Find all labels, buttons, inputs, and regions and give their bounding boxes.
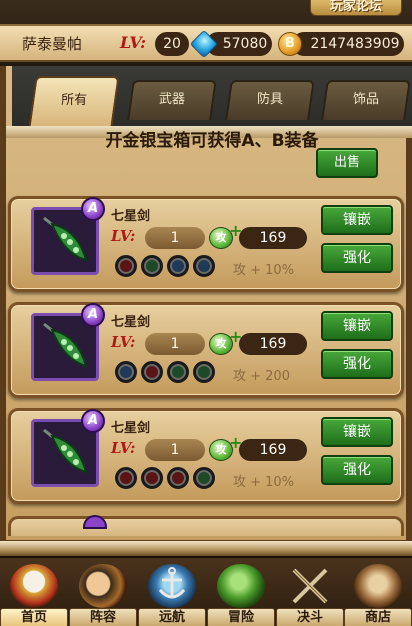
grade-a-badge: A: [81, 303, 105, 327]
tab-accessories[interactable]: 饰品: [321, 80, 411, 120]
inlay-button[interactable]: 镶嵌: [321, 417, 393, 447]
item-name: 七星剑: [111, 315, 151, 330]
item-level-label: LV:: [111, 333, 136, 351]
grade-a-badge: A: [81, 197, 105, 221]
item-name: 七星剑: [111, 209, 151, 224]
player-level-label: LV:: [120, 33, 147, 52]
tab-all[interactable]: 所有: [28, 76, 120, 128]
gem-socket-blue[interactable]: [193, 255, 215, 277]
nav-shop[interactable]: 商店: [344, 558, 412, 626]
nav-shop-label: 商店: [344, 608, 412, 626]
sell-button[interactable]: 出售: [316, 148, 378, 178]
coin-icon: B: [278, 32, 302, 56]
grade-a-badge: A: [81, 409, 105, 433]
tab-accessories-label: 饰品: [352, 92, 379, 107]
enhance-button[interactable]: 强化: [321, 455, 393, 485]
nav-duel[interactable]: 决斗: [276, 558, 344, 626]
attack-bonus-text: 攻 + 10%: [233, 475, 295, 490]
next-equipment-card-peek: [8, 515, 404, 536]
tab-armor[interactable]: 防具: [225, 80, 315, 120]
gem-socket-green[interactable]: [193, 467, 215, 489]
player-name: 萨泰曼帕: [22, 35, 83, 53]
devil-fruit-icon: [217, 564, 265, 608]
gem-socket-red[interactable]: [141, 467, 163, 489]
gem-socket-red[interactable]: [141, 361, 163, 383]
coin-count: 2147483909: [292, 32, 404, 56]
equipment-card: A 七星剑 LV: 1 攻 + 169 攻 + 200 镶嵌 强化: [8, 302, 404, 398]
nav-home[interactable]: 首页: [0, 558, 68, 626]
gem-socket-red[interactable]: [115, 467, 137, 489]
tab-all-label: 所有: [61, 93, 88, 108]
nav-lineup-label: 阵容: [69, 608, 137, 626]
item-level-label: LV:: [111, 227, 136, 245]
tab-weapons[interactable]: 武器: [127, 80, 217, 120]
equipment-card: A 七星剑 LV: 1 攻 + 169 攻 + 10% 镶嵌 强化: [8, 408, 404, 504]
bottom-navigation: 首页 阵容 远航 冒险 决斗 商店: [0, 556, 412, 626]
item-level-value: 1: [145, 333, 205, 355]
gem-socket-blue[interactable]: [167, 255, 189, 277]
top-status-bar: 玩家论坛 萨泰曼帕 LV: 20 57080 2147483909 B: [0, 0, 412, 66]
gem-socket-red[interactable]: [167, 467, 189, 489]
player-status-panel: 萨泰曼帕 LV: 20 57080 2147483909 B: [0, 24, 412, 62]
item-level-value: 1: [145, 439, 205, 461]
equipment-card: A 七星剑 LV: 1 攻 + 169 攻 + 10% 镶嵌 强化: [8, 196, 404, 292]
inlay-button[interactable]: 镶嵌: [321, 311, 393, 341]
tab-strip: 所有 武器 防具 饰品: [12, 66, 412, 130]
attack-bonus-text: 攻 + 200: [233, 369, 290, 384]
shop-icon: [354, 564, 402, 608]
nav-duel-label: 决斗: [276, 608, 344, 626]
gem-socket-green[interactable]: [193, 361, 215, 383]
attack-value: 169: [239, 333, 307, 355]
nav-lineup[interactable]: 阵容: [69, 558, 137, 626]
item-level-value: 1: [145, 227, 205, 249]
gem-socket-blue[interactable]: [115, 361, 137, 383]
attack-value: 169: [239, 439, 307, 461]
crew-faces-icon: [79, 564, 127, 608]
grade-badge-peek: [83, 515, 107, 529]
tab-weapons-label: 武器: [158, 92, 185, 107]
gem-socket-green[interactable]: [141, 255, 163, 277]
anchor-icon: [148, 564, 196, 608]
straw-hat-skull-icon: [10, 564, 58, 608]
item-level-label: LV:: [111, 439, 136, 457]
nav-adventure[interactable]: 冒险: [207, 558, 275, 626]
gem-socket-red[interactable]: [115, 255, 137, 277]
player-level-value: 20: [155, 32, 189, 56]
nav-voyage-label: 远航: [138, 608, 206, 626]
item-name: 七星剑: [111, 421, 151, 436]
scroll-bottom-rod: [0, 540, 412, 556]
player-forum-button[interactable]: 玩家论坛: [310, 0, 402, 16]
tab-armor-label: 防具: [256, 92, 283, 107]
gem-socket-green[interactable]: [167, 361, 189, 383]
nav-adventure-label: 冒险: [207, 608, 275, 626]
crossed-swords-icon: [286, 564, 334, 608]
nav-voyage[interactable]: 远航: [138, 558, 206, 626]
enhance-button[interactable]: 强化: [321, 243, 393, 273]
attack-bonus-text: 攻 + 10%: [233, 263, 295, 278]
enhance-button[interactable]: 强化: [321, 349, 393, 379]
nav-home-label: 首页: [0, 608, 68, 626]
inlay-button[interactable]: 镶嵌: [321, 205, 393, 235]
attack-value: 169: [239, 227, 307, 249]
